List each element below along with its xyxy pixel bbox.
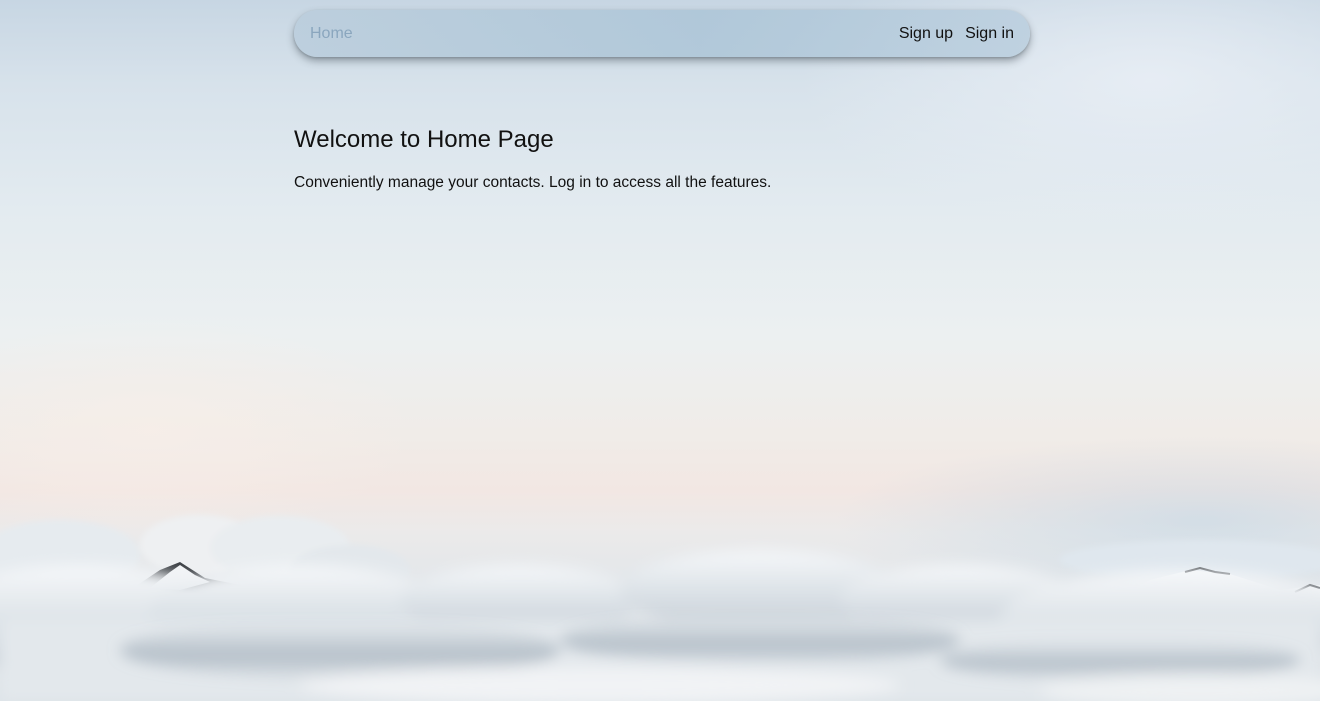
top-navbar: Home Sign up Sign in [294, 10, 1030, 57]
background-sky [0, 0, 1320, 701]
page-title: Welcome to Home Page [294, 126, 554, 153]
sign-in-link[interactable]: Sign in [965, 25, 1014, 43]
home-link[interactable]: Home [310, 25, 353, 43]
main-content: Welcome to Home Page Conveniently manage… [294, 122, 1034, 194]
auth-links: Sign up Sign in [899, 25, 1014, 43]
page-subtitle: Conveniently manage your contacts. Log i… [294, 174, 772, 191]
sign-up-link[interactable]: Sign up [899, 25, 953, 43]
clouds-background [0, 515, 1320, 701]
